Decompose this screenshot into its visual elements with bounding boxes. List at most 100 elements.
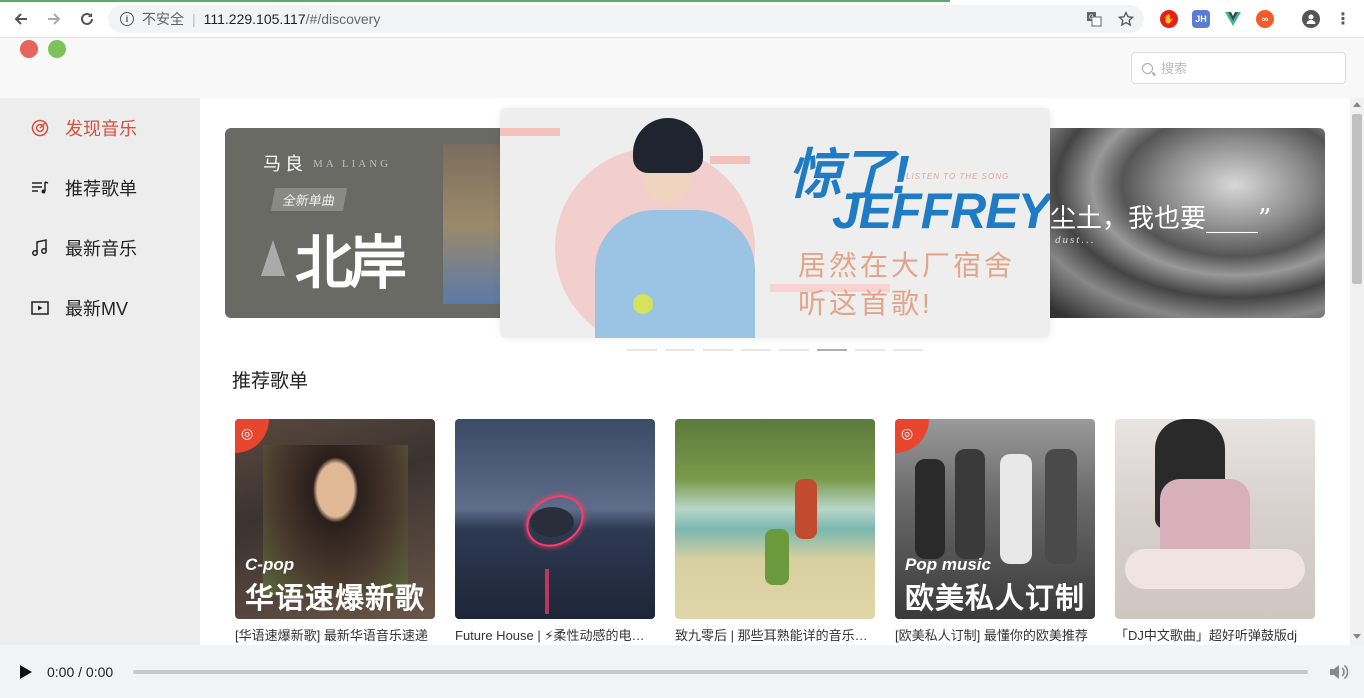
video-icon xyxy=(30,298,50,318)
playlist-cover[interactable]: ◎ C-pop 华语速爆新歌 xyxy=(235,419,435,619)
forward-icon[interactable] xyxy=(43,8,65,30)
app-header xyxy=(0,38,1364,98)
audio-player: 0:00 / 0:00 xyxy=(0,645,1364,698)
playlist-card[interactable]: Future House | ⚡柔性动感的电子音乐 xyxy=(455,419,655,644)
carousel-dot[interactable] xyxy=(779,349,809,351)
playlist-title[interactable]: 致九零后 | 那些耳熟能详的音乐回忆 xyxy=(675,625,875,644)
browser-toolbar: i 不安全 | 111.229.105.117 /#/discovery G ✋… xyxy=(0,0,1364,38)
playlist-cover[interactable] xyxy=(1115,419,1315,619)
banner-stripe xyxy=(500,128,560,136)
playlist-card[interactable]: 「DJ中文歌曲」超好听弹鼓版dj xyxy=(1115,419,1315,644)
section-title: 推荐歌单 xyxy=(232,371,309,392)
back-icon[interactable] xyxy=(10,8,32,30)
playlist-title[interactable]: [欧美私人订制] 最懂你的欧美推荐 xyxy=(895,625,1095,644)
cover-label-cn: 欧美私人订制 xyxy=(905,583,1086,615)
window-maximize-dot[interactable] xyxy=(48,40,66,58)
scroll-up-arrow[interactable] xyxy=(1353,102,1361,107)
page-load-progress xyxy=(0,0,950,2)
playlist-cover[interactable]: ◎ Pop music 欧美私人订制 xyxy=(895,419,1095,619)
cover-label-cn: 华语速爆新歌 xyxy=(245,583,426,615)
target-icon xyxy=(30,118,50,138)
playlist-icon xyxy=(30,178,50,198)
carousel-dot[interactable] xyxy=(893,349,923,351)
carousel-slide-next[interactable]: 尘土，我也要____” dust... xyxy=(1025,128,1325,318)
cover-figure xyxy=(955,449,985,559)
banner-quote: 尘土，我也要____” xyxy=(1050,204,1272,234)
banner-artist: 马良 xyxy=(263,154,307,175)
infinity-extension-icon[interactable]: ∞ xyxy=(1256,10,1274,28)
jh-extension-icon[interactable]: JH xyxy=(1192,10,1210,28)
carousel-slide-prev[interactable]: 马良 MA LIANG 全新单曲 北岸 xyxy=(225,128,525,318)
cover-label-en: C-pop xyxy=(245,555,295,574)
banner-song-title: 北岸 xyxy=(295,229,407,297)
cover-label-en: Pop music xyxy=(905,555,991,574)
sidebar-item-mv[interactable]: 最新MV xyxy=(30,294,128,322)
playlist-badge-icon: ◎ xyxy=(895,419,929,453)
url-path: /#/discovery xyxy=(305,11,381,27)
info-icon[interactable]: i xyxy=(120,12,134,26)
security-label: 不安全 xyxy=(142,11,184,27)
bookmark-star-icon[interactable] xyxy=(1117,10,1135,30)
banner-artist-name: JEFFREY xyxy=(832,183,1050,239)
tennis-ball xyxy=(633,294,653,314)
cover-figure xyxy=(915,459,945,559)
playlist-card[interactable]: ◎ C-pop 华语速爆新歌 [华语速爆新歌] 最新华语音乐速递 xyxy=(235,419,435,644)
carousel-dot[interactable] xyxy=(703,349,733,351)
volume-icon[interactable] xyxy=(1328,662,1350,682)
svg-text:G: G xyxy=(1089,15,1094,21)
play-icon[interactable] xyxy=(20,665,32,679)
playlist-title[interactable]: [华语速爆新歌] 最新华语音乐速递 xyxy=(235,625,435,644)
cover-neon-ring xyxy=(517,485,593,557)
banner-artist-en: MA LIANG xyxy=(313,158,392,170)
banner-line-2: 听这首歌! xyxy=(798,288,933,319)
playlist-title[interactable]: Future House | ⚡柔性动感的电子音乐 xyxy=(455,625,655,644)
window-close-dot[interactable] xyxy=(20,40,38,58)
music-note-icon xyxy=(30,238,50,258)
search-icon xyxy=(1142,62,1153,74)
sidebar-item-label: 发现音乐 xyxy=(65,119,137,139)
carousel-dot[interactable] xyxy=(665,349,695,351)
player-progress-bar[interactable] xyxy=(133,670,1308,674)
cover-legs xyxy=(1125,549,1305,589)
adblock-extension-icon[interactable]: ✋ xyxy=(1160,10,1178,28)
carousel-dot[interactable] xyxy=(817,349,847,351)
banner-subtitle: dust... xyxy=(1055,234,1096,246)
browser-menu-icon[interactable]: ⋮ xyxy=(1334,10,1352,28)
sidebar-item-new-music[interactable]: 最新音乐 xyxy=(30,234,137,262)
sidebar-item-discovery[interactable]: 发现音乐 xyxy=(30,114,137,142)
playlist-title[interactable]: 「DJ中文歌曲」超好听弹鼓版dj xyxy=(1115,625,1315,644)
sidebar: 发现音乐 推荐歌单 最新音乐 最新MV xyxy=(0,98,200,645)
carousel-dot[interactable] xyxy=(741,349,771,351)
url-separator: | xyxy=(192,11,196,27)
playlist-card[interactable]: 致九零后 | 那些耳熟能详的音乐回忆 xyxy=(675,419,875,644)
carousel-slide-active[interactable]: 惊了! LISTEN TO THE SONG JEFFREY 居然在大厂宿舍 听… xyxy=(500,108,1050,338)
search-box[interactable] xyxy=(1131,52,1346,84)
carousel-dot[interactable] xyxy=(855,349,885,351)
carousel-dot[interactable] xyxy=(627,349,657,351)
main-scrollbar[interactable] xyxy=(1350,98,1364,645)
sidebar-item-playlists[interactable]: 推荐歌单 xyxy=(30,174,137,202)
banner-line-1: 居然在大厂宿舍 xyxy=(798,250,1016,281)
sidebar-item-label: 最新MV xyxy=(65,299,128,319)
reload-icon[interactable] xyxy=(76,8,98,30)
banner-listen-label: LISTEN TO THE SONG xyxy=(906,172,1010,181)
playlist-cover[interactable] xyxy=(675,419,875,619)
sidebar-item-label: 最新音乐 xyxy=(65,239,137,259)
profile-avatar-icon[interactable] xyxy=(1302,10,1320,28)
scroll-thumb[interactable] xyxy=(1352,114,1362,284)
banner-person xyxy=(595,118,755,338)
url-host: 111.229.105.117 xyxy=(203,11,306,27)
playlist-cover[interactable] xyxy=(455,419,655,619)
cover-figure xyxy=(1000,454,1032,564)
cover-neon-reflection xyxy=(545,569,549,614)
banner-triangle-decoration xyxy=(261,240,285,276)
cover-figure xyxy=(765,529,789,585)
cover-figure xyxy=(795,479,817,539)
banner-tag: 全新单曲 xyxy=(270,188,348,211)
search-input[interactable] xyxy=(1161,60,1331,76)
address-bar[interactable]: i 不安全 | 111.229.105.117 /#/discovery G xyxy=(108,5,1144,33)
vue-devtools-icon[interactable] xyxy=(1224,10,1242,28)
scroll-down-arrow[interactable] xyxy=(1353,634,1361,639)
translate-icon[interactable]: G xyxy=(1086,11,1102,30)
playlist-card[interactable]: ◎ Pop music 欧美私人订制 [欧美私人订制] 最懂你的欧美推荐 xyxy=(895,419,1095,644)
